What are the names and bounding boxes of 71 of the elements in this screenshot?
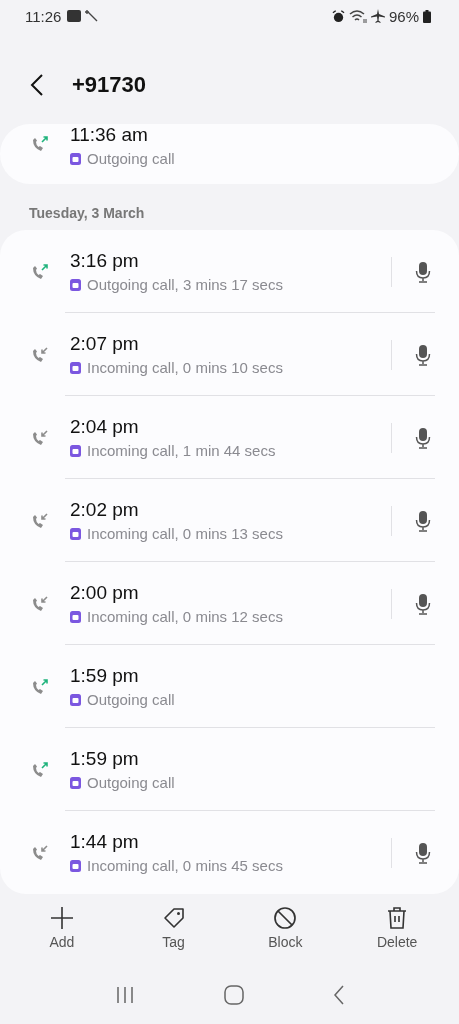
trash-icon — [386, 906, 409, 930]
call-detail: Incoming call, 0 mins 45 secs — [87, 857, 283, 874]
microphone-icon[interactable] — [415, 343, 431, 366]
incoming-call-icon — [30, 344, 50, 365]
call-time: 11:36 am — [70, 124, 149, 146]
plus-icon — [49, 906, 74, 930]
call-time: 1:59 pm — [70, 748, 140, 770]
call-detail: Outgoing call — [87, 774, 175, 791]
block-icon — [273, 906, 298, 930]
sim-icon — [70, 776, 81, 789]
call-detail: Outgoing call, 3 mins 17 secs — [87, 276, 283, 293]
microphone-icon[interactable] — [415, 426, 431, 449]
status-time: 11:26 — [25, 7, 62, 25]
call-detail: Incoming call, 1 min 44 secs — [87, 442, 276, 459]
microphone-icon[interactable] — [415, 841, 431, 864]
battery-icon — [423, 9, 431, 23]
battery-percent: 96% — [388, 7, 419, 25]
incoming-call-icon — [30, 842, 50, 863]
tag-icon — [161, 906, 186, 930]
sim-icon — [70, 693, 81, 706]
wifi-icon — [348, 9, 367, 23]
call-row[interactable]: 1:44 pm Incoming call, 0 mins 45 secs — [0, 811, 459, 894]
call-time: 2:07 pm — [70, 333, 140, 355]
action-button[interactable]: Block — [245, 906, 326, 968]
contact-number: +91730 — [72, 72, 147, 98]
outgoing-call-icon — [30, 134, 50, 154]
incoming-call-icon — [30, 510, 50, 531]
call-detail: Incoming call, 0 mins 12 secs — [87, 608, 283, 625]
microphone-icon[interactable] — [415, 592, 431, 615]
incoming-call-icon — [30, 427, 50, 448]
sim-icon — [70, 444, 81, 457]
call-row[interactable]: 3:16 pm Outgoing call, 3 mins 17 secs — [0, 230, 459, 313]
call-detail: Incoming call, 0 mins 13 secs — [87, 525, 283, 542]
action-button[interactable]: Delete — [357, 906, 438, 968]
recent-apps-icon[interactable] — [114, 986, 135, 1004]
call-row[interactable]: 2:04 pm Incoming call, 1 min 44 secs — [0, 396, 459, 479]
outgoing-call-icon — [30, 676, 50, 697]
call-time: 1:59 pm — [70, 665, 140, 687]
sim-icon — [70, 527, 81, 540]
call-detail: Outgoing call — [87, 150, 175, 167]
call-row[interactable]: 1:59 pm Outgoing call — [0, 728, 459, 811]
back-icon[interactable] — [332, 985, 345, 1005]
home-icon[interactable] — [223, 985, 244, 1005]
call-row[interactable]: 1:59 pm Outgoing call — [0, 645, 459, 728]
call-row[interactable]: 2:02 pm Incoming call, 0 mins 13 secs — [0, 479, 459, 562]
call-detail: Incoming call, 0 mins 10 secs — [87, 359, 283, 376]
incoming-call-icon — [30, 593, 50, 614]
call-time: 3:16 pm — [70, 250, 140, 272]
action-button[interactable]: Add — [21, 906, 102, 968]
call-time: 2:02 pm — [70, 499, 140, 521]
microphone-icon[interactable] — [415, 260, 431, 283]
outgoing-call-icon — [30, 261, 50, 282]
action-button[interactable]: Tag — [133, 906, 214, 968]
date-header: Tuesday, 3 March — [28, 204, 146, 223]
sim-icon — [70, 152, 81, 165]
call-detail: Outgoing call — [87, 691, 175, 708]
outgoing-call-icon — [30, 759, 50, 780]
microphone-icon[interactable] — [415, 509, 431, 532]
alarm-icon — [331, 9, 345, 23]
call-row[interactable]: 2:00 pm Incoming call, 0 mins 12 secs — [0, 562, 459, 645]
sim-icon — [70, 610, 81, 623]
sim-icon — [70, 361, 81, 374]
call-time: 2:00 pm — [70, 582, 140, 604]
magic-wand-icon — [85, 9, 100, 23]
sim-icon — [70, 278, 81, 291]
call-time: 1:44 pm — [70, 831, 140, 853]
call-time: 2:04 pm — [70, 416, 140, 438]
airplane-icon — [370, 9, 385, 23]
sim-icon — [70, 859, 81, 872]
call-row[interactable]: 2:07 pm Incoming call, 0 mins 10 secs — [0, 313, 459, 396]
call-row[interactable]: 11:36 am Outgoing call — [0, 124, 459, 184]
